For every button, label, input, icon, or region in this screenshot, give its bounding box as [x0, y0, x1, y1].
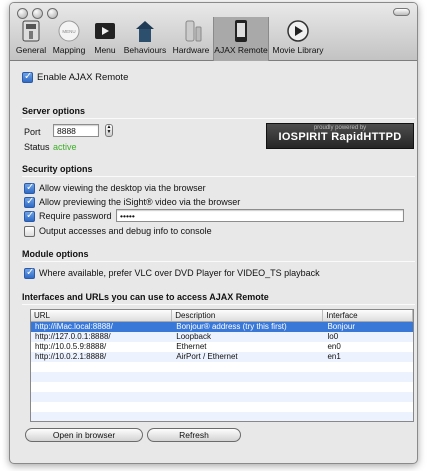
port-stepper[interactable]: ▲ ▼	[105, 124, 113, 137]
hardware-icon	[185, 20, 202, 42]
empty-row	[31, 372, 413, 382]
play-icon	[287, 20, 309, 42]
empty-row	[31, 362, 413, 372]
table-header: URL Description Interface	[31, 310, 413, 322]
table-row[interactable]: http://10.0.5.9:8888/ Ethernet en0	[31, 342, 413, 352]
require-password-label: Require password	[39, 211, 112, 221]
output-debug-checkbox[interactable]	[24, 226, 35, 237]
divider	[22, 261, 415, 262]
password-field[interactable]: •••••	[116, 209, 404, 222]
description-cell: Bonjour® address (try this first)	[176, 322, 287, 331]
allow-isight-checkbox[interactable]	[24, 196, 35, 208]
description-cell: AirPort / Ethernet	[176, 352, 238, 361]
prefer-vlc-checkbox[interactable]	[24, 267, 35, 279]
status-label: Status	[24, 142, 50, 152]
empty-row	[31, 412, 413, 421]
require-password-checkbox[interactable]	[24, 210, 35, 222]
table-row[interactable]: http://10.0.2.1:8888/ AirPort / Ethernet…	[31, 352, 413, 362]
interfaces-group: Interfaces and URLs you can use to acces…	[22, 292, 415, 305]
allow-isight-label: Allow previewing the iSight® video via t…	[39, 197, 241, 207]
security-options-group: Security options	[22, 164, 415, 177]
zoom-window-button[interactable]	[47, 8, 58, 19]
server-options-group: Server options	[22, 106, 415, 119]
empty-row	[31, 382, 413, 392]
menu-icon	[95, 23, 115, 39]
behaviours-icon	[136, 21, 154, 42]
refresh-button[interactable]: Refresh	[147, 428, 241, 442]
module-options-group: Module options	[22, 249, 415, 262]
column-header-interface[interactable]: Interface	[323, 310, 413, 321]
interface-cell: Bonjour	[327, 322, 356, 331]
banner-title: IOSPIRIT RapidHTTPD	[278, 131, 402, 143]
server-options-title: Server options	[22, 106, 86, 116]
description-cell: Ethernet	[176, 342, 207, 351]
url-cell: http://10.0.2.1:8888/	[35, 352, 107, 361]
interfaces-table[interactable]: URL Description Interface http://iMac.lo…	[30, 309, 414, 422]
description-cell: Loopback	[176, 332, 211, 341]
prefer-vlc-label: Where available, prefer VLC over DVD Pla…	[39, 268, 320, 278]
tab-hardware[interactable]: Hardware	[170, 19, 212, 59]
close-window-button[interactable]	[17, 8, 28, 19]
open-in-browser-button[interactable]: Open in browser	[25, 428, 143, 442]
mapping-icon: MENU	[58, 20, 80, 42]
empty-row	[31, 402, 413, 412]
phone-icon	[235, 20, 247, 42]
status-value: active	[53, 142, 77, 152]
enable-ajax-checkbox[interactable]	[22, 71, 33, 83]
output-debug-label: Output accesses and debug info to consol…	[39, 226, 212, 236]
preferences-window: General MENU Mapping Menu Behaviours Har…	[9, 2, 418, 464]
empty-row	[31, 392, 413, 402]
toolbar: General MENU Mapping Menu Behaviours Har…	[10, 3, 417, 61]
allow-desktop-label: Allow viewing the desktop via the browse…	[39, 183, 206, 193]
tab-behaviours[interactable]: Behaviours	[122, 19, 168, 59]
tab-ajax-remote[interactable]: AJAX Remote	[213, 17, 269, 61]
url-cell: http://iMac.local:8888/	[35, 322, 113, 331]
table-row[interactable]: http://127.0.0.1:8888/ Loopback lo0	[31, 332, 413, 342]
table-row[interactable]: http://iMac.local:8888/ Bonjour® address…	[31, 322, 413, 332]
port-label: Port	[24, 127, 41, 137]
column-header-url[interactable]: URL	[31, 310, 173, 321]
tab-menu[interactable]: Menu	[90, 19, 120, 59]
interfaces-title: Interfaces and URLs you can use to acces…	[22, 292, 269, 302]
divider	[22, 304, 415, 305]
divider	[22, 176, 415, 177]
general-icon	[22, 20, 40, 42]
interface-cell: lo0	[327, 332, 339, 341]
toolbar-toggle-button[interactable]	[393, 8, 410, 16]
column-header-description[interactable]: Description	[172, 310, 324, 321]
tab-general[interactable]: General	[14, 19, 48, 59]
interface-cell: en0	[327, 342, 341, 351]
security-options-title: Security options	[22, 164, 93, 174]
url-cell: http://10.0.5.9:8888/	[35, 342, 107, 351]
port-input[interactable]: 8888	[53, 124, 99, 137]
allow-desktop-checkbox[interactable]	[24, 182, 35, 194]
module-options-title: Module options	[22, 249, 89, 259]
svg-text:MENU: MENU	[62, 29, 75, 34]
rapidhttpd-banner: proudly powered by IOSPIRIT RapidHTTPD	[266, 123, 414, 149]
tab-mapping[interactable]: MENU Mapping	[50, 19, 88, 59]
table-body: http://iMac.local:8888/ Bonjour® address…	[31, 322, 413, 421]
divider	[22, 118, 415, 119]
enable-ajax-label: Enable AJAX Remote	[37, 72, 129, 83]
interface-cell: en1	[327, 352, 341, 361]
minimize-window-button[interactable]	[32, 8, 43, 19]
url-cell: http://127.0.0.1:8888/	[35, 332, 111, 341]
tab-movie-library[interactable]: Movie Library	[271, 19, 325, 59]
